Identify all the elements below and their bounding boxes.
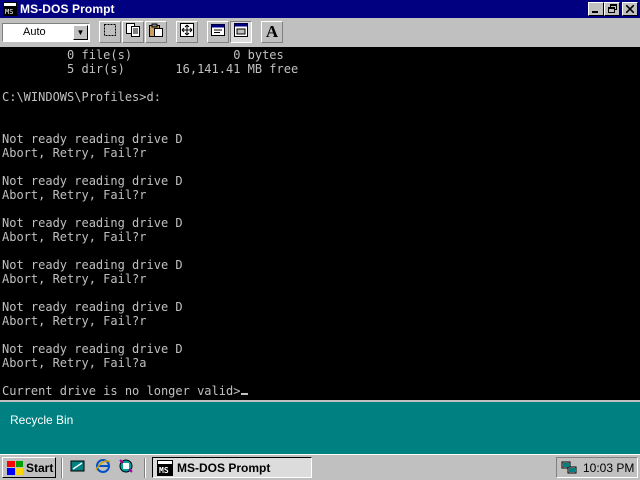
system-tray: 10:03 PM (556, 457, 638, 478)
start-label: Start (26, 460, 54, 475)
msdos-app-icon[interactable]: MS (3, 2, 17, 16)
properties-button[interactable] (207, 21, 229, 43)
close-button[interactable] (622, 2, 638, 16)
console-line: Abort, Retry, Fail?r (2, 230, 147, 244)
internet-explorer-icon (95, 458, 111, 479)
taskbar: Start MS MS-DOS Prompt 10:03 PM (0, 454, 640, 480)
taskbar-separator (144, 458, 146, 478)
internet-explorer-button[interactable] (94, 458, 112, 479)
console-line: Not ready reading drive D (2, 132, 183, 146)
console-line: Abort, Retry, Fail?a (2, 356, 147, 370)
restore-icon (607, 3, 617, 15)
title-bar[interactable]: MS MS-DOS Prompt (0, 0, 640, 18)
text-cursor (241, 393, 249, 395)
console-line: 0 file(s) 0 bytes (2, 48, 284, 62)
console-line: Abort, Retry, Fail?r (2, 146, 147, 160)
full-screen-icon (180, 22, 194, 42)
toolbar: Auto ▼ A (0, 19, 640, 47)
background-icon (234, 22, 248, 42)
console-line: 5 dir(s) 16,141.41 MB free (2, 62, 299, 76)
font-icon: A (265, 22, 279, 41)
copy-icon (126, 22, 140, 42)
properties-icon (211, 23, 225, 42)
channels-button[interactable] (117, 458, 135, 479)
taskbar-msdos-label: MS-DOS Prompt (177, 460, 271, 475)
paste-button[interactable] (145, 21, 167, 43)
show-desktop-button[interactable] (69, 459, 87, 477)
full-screen-button[interactable] (176, 21, 198, 43)
windows-logo-icon (7, 460, 23, 475)
restore-button[interactable] (604, 2, 620, 16)
console-line: Abort, Retry, Fail?r (2, 272, 147, 286)
console-line: Abort, Retry, Fail?r (2, 188, 147, 202)
font-size-select[interactable]: Auto ▼ (2, 23, 90, 42)
paste-icon (149, 23, 163, 42)
network-tray-icon[interactable] (561, 460, 577, 476)
window-title: MS-DOS Prompt (20, 2, 115, 16)
show-desktop-icon (70, 458, 86, 479)
console-line: Not ready reading drive D (2, 216, 183, 230)
font-button[interactable]: A (261, 21, 283, 43)
svg-text:MS: MS (5, 8, 13, 16)
console-prompt-line: Current drive is no longer valid> (2, 384, 249, 398)
msdos-task-icon: MS (157, 459, 173, 476)
minimize-button[interactable] (588, 2, 604, 16)
msdos-window: MS MS-DOS Prompt Auto ▼ A 0 file(s) 0 by… (0, 0, 640, 402)
console-line: Not ready reading drive D (2, 342, 183, 356)
font-size-value: Auto (23, 26, 46, 38)
console-line: C:\WINDOWS\Profiles>d: (2, 90, 161, 104)
console-output[interactable]: 0 file(s) 0 bytes 5 dir(s) 16,141.41 MB … (0, 47, 640, 400)
minimize-icon (592, 4, 600, 15)
mark-button[interactable] (99, 21, 121, 43)
background-button[interactable] (230, 21, 252, 43)
clock[interactable]: 10:03 PM (583, 461, 634, 475)
mark-icon (103, 23, 117, 42)
console-line: Abort, Retry, Fail?r (2, 314, 147, 328)
taskbar-msdos-button[interactable]: MS MS-DOS Prompt (152, 457, 312, 478)
taskbar-separator (61, 458, 63, 478)
channels-icon (118, 458, 134, 479)
copy-button[interactable] (122, 21, 144, 43)
recycle-bin-label[interactable]: Recycle Bin (10, 413, 73, 427)
svg-text:MS: MS (159, 466, 169, 475)
close-icon (625, 3, 635, 15)
start-button[interactable]: Start (2, 457, 56, 478)
console-line: Not ready reading drive D (2, 300, 183, 314)
chevron-down-icon[interactable]: ▼ (73, 25, 88, 40)
console-line: Not ready reading drive D (2, 258, 183, 272)
console-line: Not ready reading drive D (2, 174, 183, 188)
